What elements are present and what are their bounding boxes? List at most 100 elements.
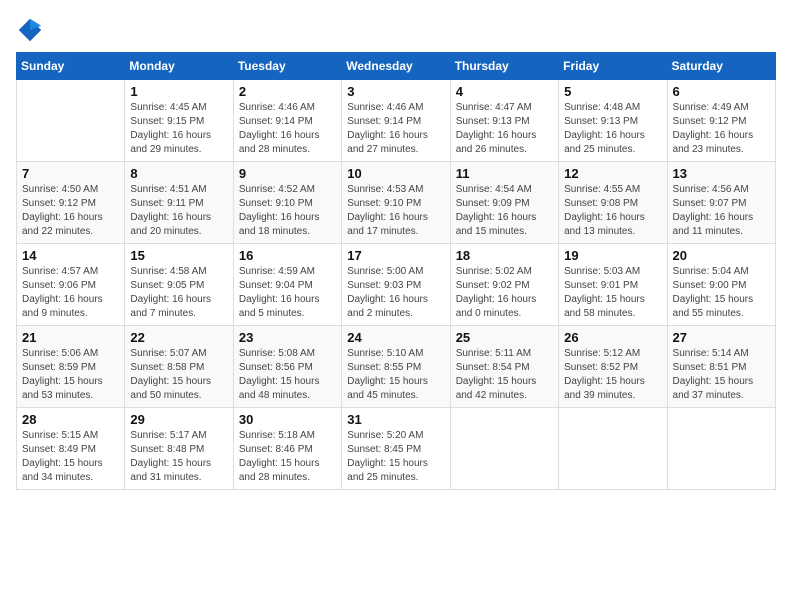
day-info: Sunrise: 4:52 AM Sunset: 9:10 PM Dayligh… [239, 183, 336, 239]
day-info: Sunrise: 5:14 AM Sunset: 8:51 PM Dayligh… [673, 347, 770, 403]
calendar-cell: 3 Sunrise: 4:46 AM Sunset: 9:14 PM Daylig… [342, 80, 450, 162]
day-number: 18 [456, 248, 553, 263]
day-info: Sunrise: 4:45 AM Sunset: 9:15 PM Dayligh… [130, 101, 227, 157]
calendar-table: SundayMondayTuesdayWednesdayThursdayFrid… [16, 52, 776, 490]
day-number: 21 [22, 330, 119, 345]
day-number: 17 [347, 248, 444, 263]
day-info: Sunrise: 4:58 AM Sunset: 9:05 PM Dayligh… [130, 265, 227, 321]
calendar-cell: 28 Sunrise: 5:15 AM Sunset: 8:49 PM Dayli… [17, 408, 125, 490]
calendar-cell: 12 Sunrise: 4:55 AM Sunset: 9:08 PM Dayli… [559, 162, 667, 244]
day-info: Sunrise: 4:48 AM Sunset: 9:13 PM Dayligh… [564, 101, 661, 157]
day-number: 25 [456, 330, 553, 345]
calendar-cell: 1 Sunrise: 4:45 AM Sunset: 9:15 PM Daylig… [125, 80, 233, 162]
day-info: Sunrise: 5:11 AM Sunset: 8:54 PM Dayligh… [456, 347, 553, 403]
col-header-saturday: Saturday [667, 53, 775, 80]
calendar-cell: 26 Sunrise: 5:12 AM Sunset: 8:52 PM Dayli… [559, 326, 667, 408]
day-info: Sunrise: 4:46 AM Sunset: 9:14 PM Dayligh… [239, 101, 336, 157]
day-info: Sunrise: 5:07 AM Sunset: 8:58 PM Dayligh… [130, 347, 227, 403]
calendar-header-row: SundayMondayTuesdayWednesdayThursdayFrid… [17, 53, 776, 80]
calendar-cell: 24 Sunrise: 5:10 AM Sunset: 8:55 PM Dayli… [342, 326, 450, 408]
calendar-cell: 5 Sunrise: 4:48 AM Sunset: 9:13 PM Daylig… [559, 80, 667, 162]
col-header-wednesday: Wednesday [342, 53, 450, 80]
day-info: Sunrise: 5:20 AM Sunset: 8:45 PM Dayligh… [347, 429, 444, 485]
day-number: 12 [564, 166, 661, 181]
calendar-cell [17, 80, 125, 162]
calendar-cell: 23Sunrise: 5:08 AM Sunset: 8:56 PM Dayli… [233, 326, 341, 408]
day-info: Sunrise: 5:10 AM Sunset: 8:55 PM Dayligh… [347, 347, 444, 403]
calendar-cell: 14 Sunrise: 4:57 AM Sunset: 9:06 PM Dayli… [17, 244, 125, 326]
calendar-cell [450, 408, 558, 490]
day-number: 2 [239, 84, 336, 99]
logo-icon [16, 16, 44, 44]
day-info: Sunrise: 4:47 AM Sunset: 9:13 PM Dayligh… [456, 101, 553, 157]
day-info: Sunrise: 5:02 AM Sunset: 9:02 PM Dayligh… [456, 265, 553, 321]
day-number: 1 [130, 84, 227, 99]
calendar-cell: 13 Sunrise: 4:56 AM Sunset: 9:07 PM Dayli… [667, 162, 775, 244]
calendar-cell [559, 408, 667, 490]
day-number: 31 [347, 412, 444, 427]
day-number: 15 [130, 248, 227, 263]
day-info: Sunrise: 4:49 AM Sunset: 9:12 PM Dayligh… [673, 101, 770, 157]
calendar-cell: 16Sunrise: 4:59 AM Sunset: 9:04 PM Dayli… [233, 244, 341, 326]
day-number: 28 [22, 412, 119, 427]
week-row-2: 7 Sunrise: 4:50 AM Sunset: 9:12 PM Daylig… [17, 162, 776, 244]
day-number: 13 [673, 166, 770, 181]
calendar-cell: 19Sunrise: 5:03 AM Sunset: 9:01 PM Dayli… [559, 244, 667, 326]
day-number: 29 [130, 412, 227, 427]
day-info: Sunrise: 5:12 AM Sunset: 8:52 PM Dayligh… [564, 347, 661, 403]
calendar-cell: 18 Sunrise: 5:02 AM Sunset: 9:02 PM Dayli… [450, 244, 558, 326]
week-row-4: 21 Sunrise: 5:06 AM Sunset: 8:59 PM Dayli… [17, 326, 776, 408]
week-row-5: 28 Sunrise: 5:15 AM Sunset: 8:49 PM Dayli… [17, 408, 776, 490]
calendar-cell: 2 Sunrise: 4:46 AM Sunset: 9:14 PM Daylig… [233, 80, 341, 162]
calendar-cell: 10 Sunrise: 4:53 AM Sunset: 9:10 PM Dayli… [342, 162, 450, 244]
calendar-cell: 4 Sunrise: 4:47 AM Sunset: 9:13 PM Daylig… [450, 80, 558, 162]
day-number: 3 [347, 84, 444, 99]
col-header-thursday: Thursday [450, 53, 558, 80]
calendar-cell: 29 Sunrise: 5:17 AM Sunset: 8:48 PM Dayli… [125, 408, 233, 490]
calendar-cell: 20 Sunrise: 5:04 AM Sunset: 9:00 PM Dayli… [667, 244, 775, 326]
day-number: 22 [130, 330, 227, 345]
day-number: 10 [347, 166, 444, 181]
calendar-cell: 7 Sunrise: 4:50 AM Sunset: 9:12 PM Daylig… [17, 162, 125, 244]
day-number: 5 [564, 84, 661, 99]
page-header [16, 16, 776, 44]
day-info: Sunrise: 4:46 AM Sunset: 9:14 PM Dayligh… [347, 101, 444, 157]
day-number: 4 [456, 84, 553, 99]
calendar-cell: 21 Sunrise: 5:06 AM Sunset: 8:59 PM Dayli… [17, 326, 125, 408]
calendar-cell: 15 Sunrise: 4:58 AM Sunset: 9:05 PM Dayli… [125, 244, 233, 326]
col-header-tuesday: Tuesday [233, 53, 341, 80]
day-info: Sunrise: 4:56 AM Sunset: 9:07 PM Dayligh… [673, 183, 770, 239]
day-info: Sunrise: 5:03 AM Sunset: 9:01 PM Dayligh… [564, 265, 661, 321]
day-number: 6 [673, 84, 770, 99]
calendar-cell: 22 Sunrise: 5:07 AM Sunset: 8:58 PM Dayli… [125, 326, 233, 408]
week-row-3: 14 Sunrise: 4:57 AM Sunset: 9:06 PM Dayli… [17, 244, 776, 326]
day-number: 16 [239, 248, 336, 263]
calendar-cell: 9Sunrise: 4:52 AM Sunset: 9:10 PM Daylig… [233, 162, 341, 244]
day-number: 27 [673, 330, 770, 345]
day-number: 14 [22, 248, 119, 263]
day-number: 11 [456, 166, 553, 181]
calendar-cell: 31 Sunrise: 5:20 AM Sunset: 8:45 PM Dayli… [342, 408, 450, 490]
calendar-cell: 30Sunrise: 5:18 AM Sunset: 8:46 PM Dayli… [233, 408, 341, 490]
col-header-monday: Monday [125, 53, 233, 80]
day-info: Sunrise: 4:51 AM Sunset: 9:11 PM Dayligh… [130, 183, 227, 239]
day-number: 26 [564, 330, 661, 345]
calendar-cell: 17Sunrise: 5:00 AM Sunset: 9:03 PM Dayli… [342, 244, 450, 326]
day-info: Sunrise: 5:04 AM Sunset: 9:00 PM Dayligh… [673, 265, 770, 321]
calendar-cell: 27 Sunrise: 5:14 AM Sunset: 8:51 PM Dayli… [667, 326, 775, 408]
day-number: 8 [130, 166, 227, 181]
day-info: Sunrise: 4:57 AM Sunset: 9:06 PM Dayligh… [22, 265, 119, 321]
day-info: Sunrise: 5:17 AM Sunset: 8:48 PM Dayligh… [130, 429, 227, 485]
day-info: Sunrise: 4:50 AM Sunset: 9:12 PM Dayligh… [22, 183, 119, 239]
day-number: 23 [239, 330, 336, 345]
day-info: Sunrise: 4:53 AM Sunset: 9:10 PM Dayligh… [347, 183, 444, 239]
day-number: 7 [22, 166, 119, 181]
day-number: 20 [673, 248, 770, 263]
calendar-cell: 6 Sunrise: 4:49 AM Sunset: 9:12 PM Daylig… [667, 80, 775, 162]
calendar-cell: 8 Sunrise: 4:51 AM Sunset: 9:11 PM Daylig… [125, 162, 233, 244]
day-number: 24 [347, 330, 444, 345]
day-info: Sunrise: 5:15 AM Sunset: 8:49 PM Dayligh… [22, 429, 119, 485]
day-info: Sunrise: 5:06 AM Sunset: 8:59 PM Dayligh… [22, 347, 119, 403]
col-header-sunday: Sunday [17, 53, 125, 80]
day-info: Sunrise: 4:55 AM Sunset: 9:08 PM Dayligh… [564, 183, 661, 239]
